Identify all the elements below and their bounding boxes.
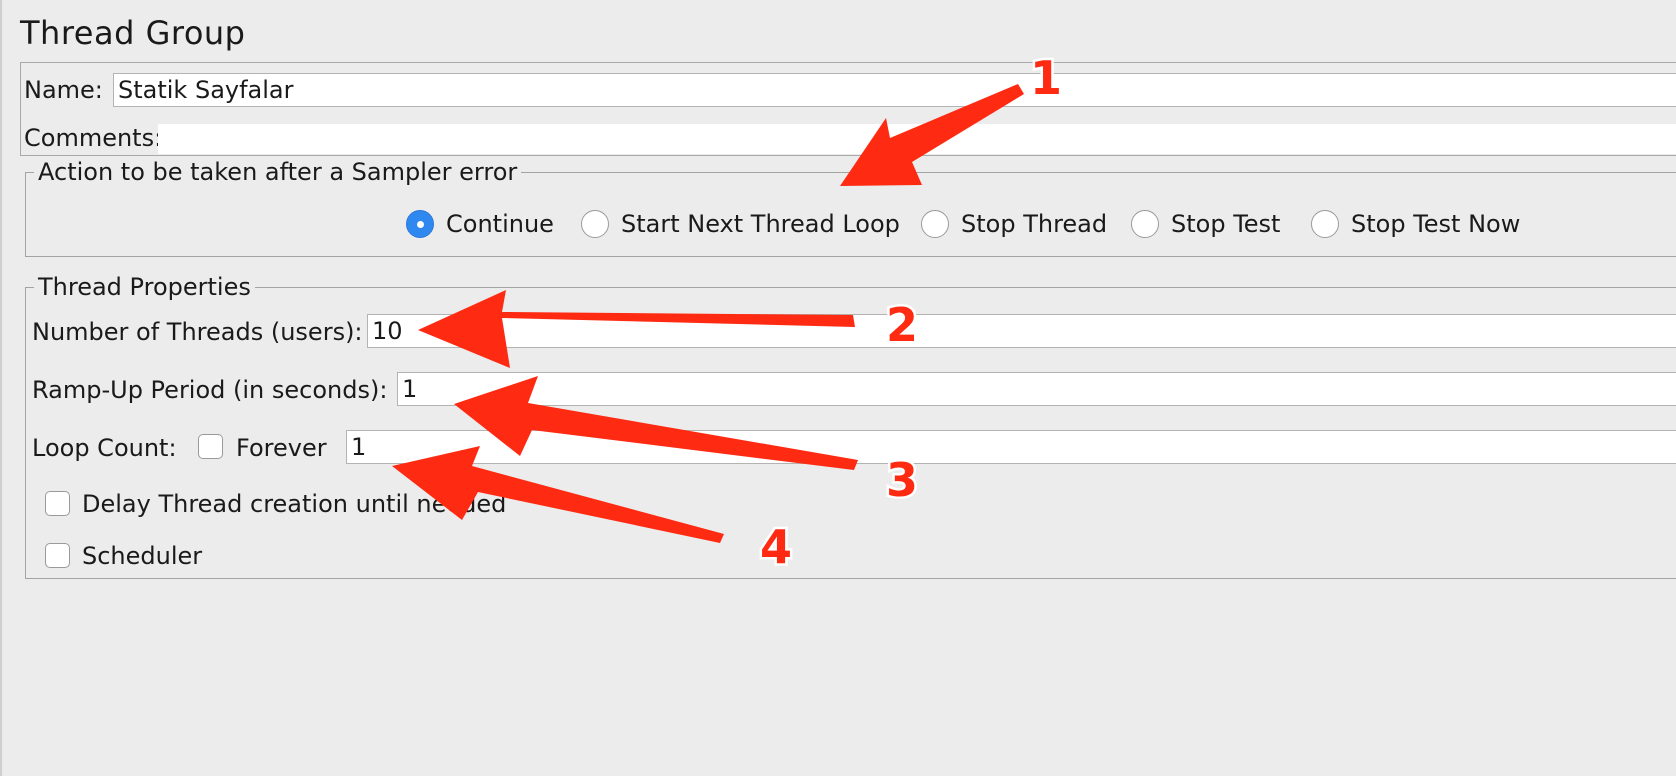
radio-continue-label: Continue (446, 210, 554, 238)
radio-unselected-icon (1311, 210, 1339, 238)
radio-unselected-icon (1131, 210, 1159, 238)
radio-start-next-thread-loop[interactable]: Start Next Thread Loop (581, 208, 900, 240)
forever-label: Forever (236, 434, 327, 462)
ramp-up-input[interactable]: 1 (397, 372, 1676, 406)
num-threads-label: Number of Threads (users): (32, 318, 363, 346)
radio-unselected-icon (921, 210, 949, 238)
scheduler-label: Scheduler (82, 542, 203, 570)
name-label: Name: (24, 76, 103, 104)
num-threads-input[interactable]: 10 (367, 314, 1676, 348)
delay-creation-label: Delay Thread creation until needed (82, 490, 507, 518)
radio-stop-test-now[interactable]: Stop Test Now (1311, 208, 1520, 240)
radio-stop-thread[interactable]: Stop Thread (921, 208, 1107, 240)
radio-selected-icon (406, 210, 434, 238)
scheduler-checkbox[interactable] (45, 543, 70, 568)
comments-label: Comments: (24, 124, 163, 152)
radio-stop-test-label: Stop Test (1171, 210, 1281, 238)
delay-creation-checkbox[interactable] (45, 491, 70, 516)
thread-properties-legend: Thread Properties (38, 273, 251, 301)
ramp-up-label: Ramp-Up Period (in seconds): (32, 376, 388, 404)
radio-continue[interactable]: Continue (406, 208, 554, 240)
radio-start-next-thread-loop-label: Start Next Thread Loop (621, 210, 900, 238)
radio-stop-thread-label: Stop Thread (961, 210, 1108, 238)
forever-checkbox[interactable] (198, 434, 223, 459)
page-title: Thread Group (20, 14, 246, 52)
radio-stop-test[interactable]: Stop Test (1131, 208, 1280, 240)
radio-unselected-icon (581, 210, 609, 238)
loop-count-input[interactable]: 1 (346, 430, 1676, 464)
comments-input[interactable] (158, 124, 1676, 154)
window-edge (0, 0, 2, 776)
sampler-error-legend: Action to be taken after a Sampler error (38, 158, 518, 186)
loop-count-label: Loop Count: (32, 434, 177, 462)
name-input[interactable]: Statik Sayfalar (113, 73, 1676, 107)
radio-stop-test-now-label: Stop Test Now (1351, 210, 1521, 238)
